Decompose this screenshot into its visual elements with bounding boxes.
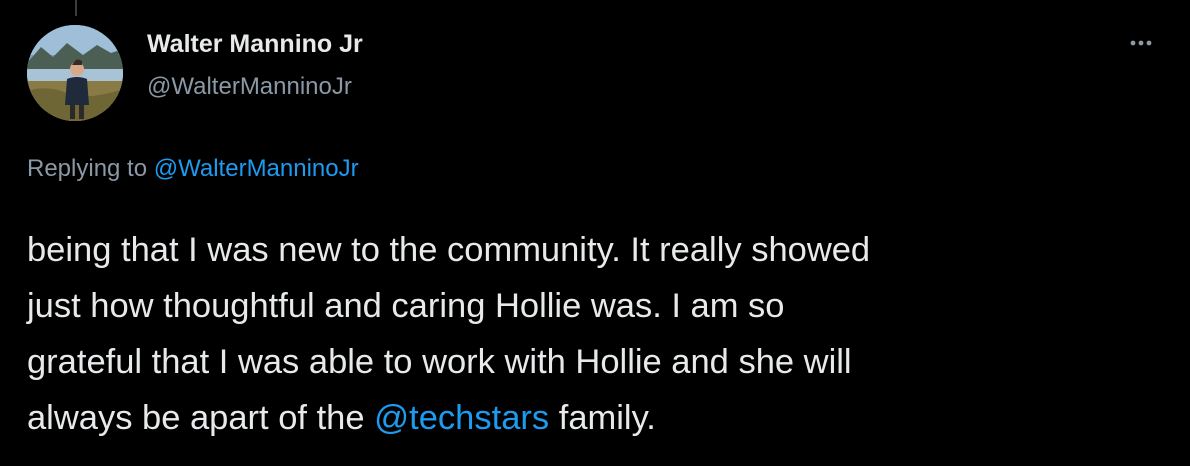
tweet-text-segment: always be apart of the xyxy=(27,399,365,437)
thread-connector-line xyxy=(75,0,77,16)
tweet-text: being that I was new to the community. I… xyxy=(27,222,1147,446)
more-options-icon[interactable] xyxy=(1123,30,1159,56)
tweet-text-line: being that I was new to the community. I… xyxy=(27,231,871,269)
techstars-mention-link[interactable]: @techstars xyxy=(374,399,549,437)
tweet-text-segment: family. xyxy=(558,399,656,437)
tweet-text-line: always be apart of the @techstars family… xyxy=(27,390,1147,446)
replying-to-label: Replying to xyxy=(27,155,148,182)
avatar-photo-icon xyxy=(27,25,123,121)
reply-mention-link[interactable]: @WalterManninoJr xyxy=(154,155,359,182)
tweet-text-line: just how thoughtful and caring Hollie wa… xyxy=(27,287,785,325)
tweet-text-line: grateful that I was able to work with Ho… xyxy=(27,343,852,381)
author-avatar[interactable] xyxy=(27,25,123,121)
author-handle[interactable]: @WalterManninoJr xyxy=(147,73,352,101)
author-name[interactable]: Walter Mannino Jr xyxy=(147,30,363,59)
replying-to-line: Replying to @WalterManninoJr xyxy=(27,155,359,183)
